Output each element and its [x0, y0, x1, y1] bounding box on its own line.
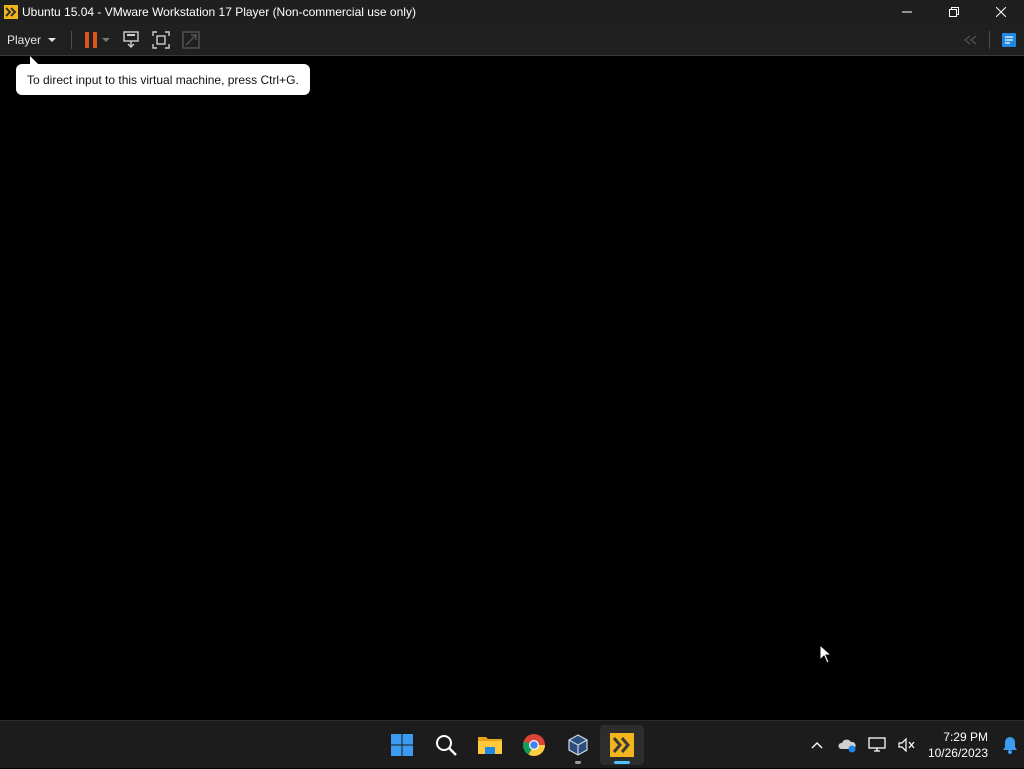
virtualbox-icon	[568, 734, 588, 756]
chrome-icon	[522, 734, 545, 756]
chevron-down-icon	[48, 37, 57, 42]
window-title: Ubuntu 15.04 - VMware Workstation 17 Pla…	[22, 5, 416, 19]
pause-button[interactable]	[80, 24, 102, 55]
volume-muted-icon	[898, 737, 915, 753]
vmware-icon	[4, 5, 18, 19]
send-ctrl-alt-del-icon	[123, 30, 139, 48]
chevron-up-icon	[811, 742, 823, 749]
toolbar-divider	[71, 30, 73, 49]
pause-icon	[85, 31, 98, 48]
minimize-icon	[901, 11, 912, 13]
restore-icon	[948, 7, 959, 17]
close-icon	[995, 7, 1006, 17]
vmware-player-button[interactable]	[600, 725, 644, 765]
onedrive-button[interactable]	[832, 725, 862, 765]
mouse-cursor-icon	[819, 644, 833, 664]
input-hint-tooltip: To direct input to this virtual machine,…	[16, 64, 310, 95]
vmware-player-icon	[610, 733, 634, 757]
show-hidden-icons-button[interactable]	[802, 725, 832, 765]
network-button[interactable]	[862, 725, 892, 765]
minimize-button[interactable]	[883, 0, 930, 24]
player-menu[interactable]: Player	[0, 24, 63, 55]
notifications-button[interactable]	[996, 725, 1024, 765]
windows-taskbar: 7:29 PM 10/26/2023	[0, 720, 1024, 768]
close-button[interactable]	[977, 0, 1024, 24]
file-explorer-icon	[478, 737, 502, 754]
taskbar-apps	[380, 721, 644, 769]
start-button[interactable]	[380, 725, 424, 765]
vmware-toolbar: Player	[0, 24, 1024, 55]
windows-start-icon	[391, 734, 413, 756]
restore-button[interactable]	[930, 0, 977, 24]
chrome-button[interactable]	[512, 725, 556, 765]
clock-time: 7:29 PM	[943, 730, 988, 744]
unity-icon	[182, 30, 200, 49]
running-indicator	[575, 761, 581, 764]
network-icon	[868, 737, 886, 752]
clock-date: 10/26/2023	[927, 746, 988, 760]
title-bar: Ubuntu 15.04 - VMware Workstation 17 Pla…	[0, 0, 1024, 24]
fullscreen-button[interactable]	[146, 24, 176, 55]
onedrive-icon	[838, 739, 856, 753]
system-tray: 7:29 PM 10/26/2023	[802, 721, 1024, 769]
library-icon	[1002, 32, 1016, 47]
file-explorer-button[interactable]	[468, 725, 512, 765]
library-button[interactable]	[994, 24, 1024, 55]
back-icon	[964, 35, 977, 44]
bell-icon	[1003, 737, 1017, 754]
search-icon	[436, 735, 457, 756]
taskbar-clock[interactable]: 7:29 PM 10/26/2023	[922, 729, 996, 761]
pause-options-dropdown[interactable]	[102, 37, 111, 42]
unity-button[interactable]	[176, 24, 206, 55]
send-ctrl-alt-del-button[interactable]	[116, 24, 146, 55]
tooltip-text: To direct input to this virtual machine,…	[27, 72, 299, 87]
search-button[interactable]	[424, 725, 468, 765]
volume-button[interactable]	[892, 725, 922, 765]
fullscreen-icon	[152, 30, 170, 49]
player-menu-label: Player	[7, 32, 42, 47]
toolbar-divider-right	[989, 30, 990, 49]
virtualbox-button[interactable]	[556, 725, 600, 765]
back-button[interactable]	[955, 24, 985, 55]
active-indicator	[614, 761, 630, 764]
vm-display[interactable]	[0, 56, 1024, 720]
